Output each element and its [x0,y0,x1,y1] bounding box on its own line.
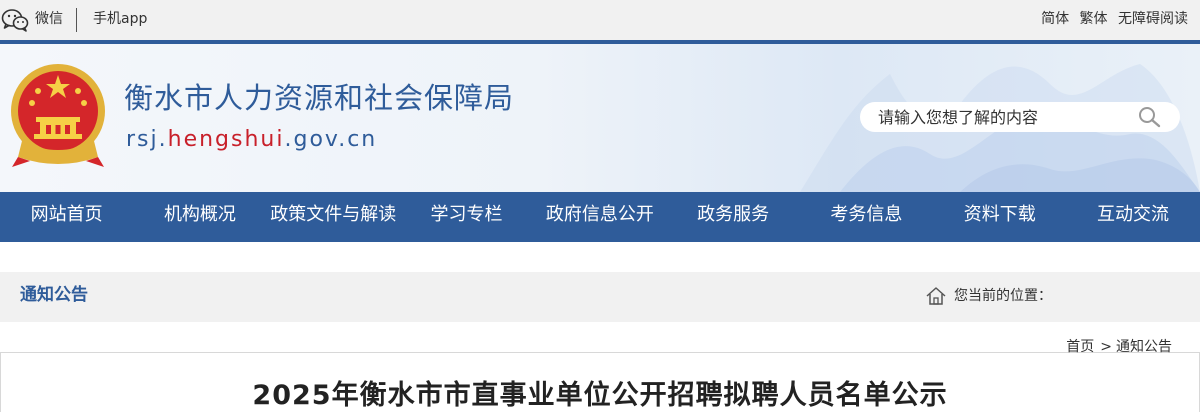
language-switcher: 简体 繁体 无障碍阅读 [1035,10,1188,28]
national-emblem-icon [11,64,105,167]
main-nav: 网站首页 机构概况 政策文件与解读 学习专栏 政府信息公开 政务服务 考务信息 … [0,192,1200,242]
search-icon[interactable] [1138,106,1162,128]
home-icon [926,287,946,305]
location-label: 您当前的位置： [954,288,1052,304]
section-bar: 通知公告 您当前的位置： [0,272,1200,322]
traditional-chinese-link[interactable]: 繁体 [1080,11,1108,27]
top-bar: 微信 手机app 简体 繁体 无障碍阅读 [0,0,1200,40]
nav-item-info-disclosure[interactable]: 政府信息公开 [533,192,666,242]
section-title: 通知公告 [20,285,88,305]
domain-prefix: rsj. [126,127,168,152]
wechat-link[interactable]: 微信 [35,10,63,28]
nav-item-exam-info[interactable]: 考务信息 [800,192,933,242]
wechat-icon[interactable] [1,8,29,32]
domain-suffix: .gov.cn [284,127,378,152]
site-domain: rsj.hengshui.gov.cn [126,126,377,154]
nav-item-services[interactable]: 政务服务 [666,192,799,242]
domain-highlight: hengshui [167,127,285,152]
nav-item-organization[interactable]: 机构概况 [133,192,266,242]
breadcrumb-home-link[interactable]: 首页 [1066,339,1094,355]
accessibility-reading-link[interactable]: 无障碍阅读 [1118,11,1188,27]
nav-item-policy[interactable]: 政策文件与解读 [267,192,400,242]
site-title: 衡水市人力资源和社会保障局 [124,81,515,115]
mobile-app-link[interactable]: 手机app [93,10,147,28]
nav-item-interaction[interactable]: 互动交流 [1066,192,1199,242]
breadcrumb-current-link[interactable]: 通知公告 [1116,339,1172,355]
nav-item-downloads[interactable]: 资料下载 [933,192,1066,242]
simplified-chinese-link[interactable]: 简体 [1041,11,1069,27]
nav-item-study[interactable]: 学习专栏 [400,192,533,242]
nav-item-home[interactable]: 网站首页 [0,192,133,242]
article-title: 2025年衡水市市直事业单位公开招聘拟聘人员名单公示 [252,380,948,411]
search-box [860,102,1180,132]
divider [76,8,77,32]
breadcrumb-separator: > [1100,339,1112,355]
search-input[interactable] [878,105,1118,129]
breadcrumb: 首页 > 通知公告 [1066,338,1172,356]
